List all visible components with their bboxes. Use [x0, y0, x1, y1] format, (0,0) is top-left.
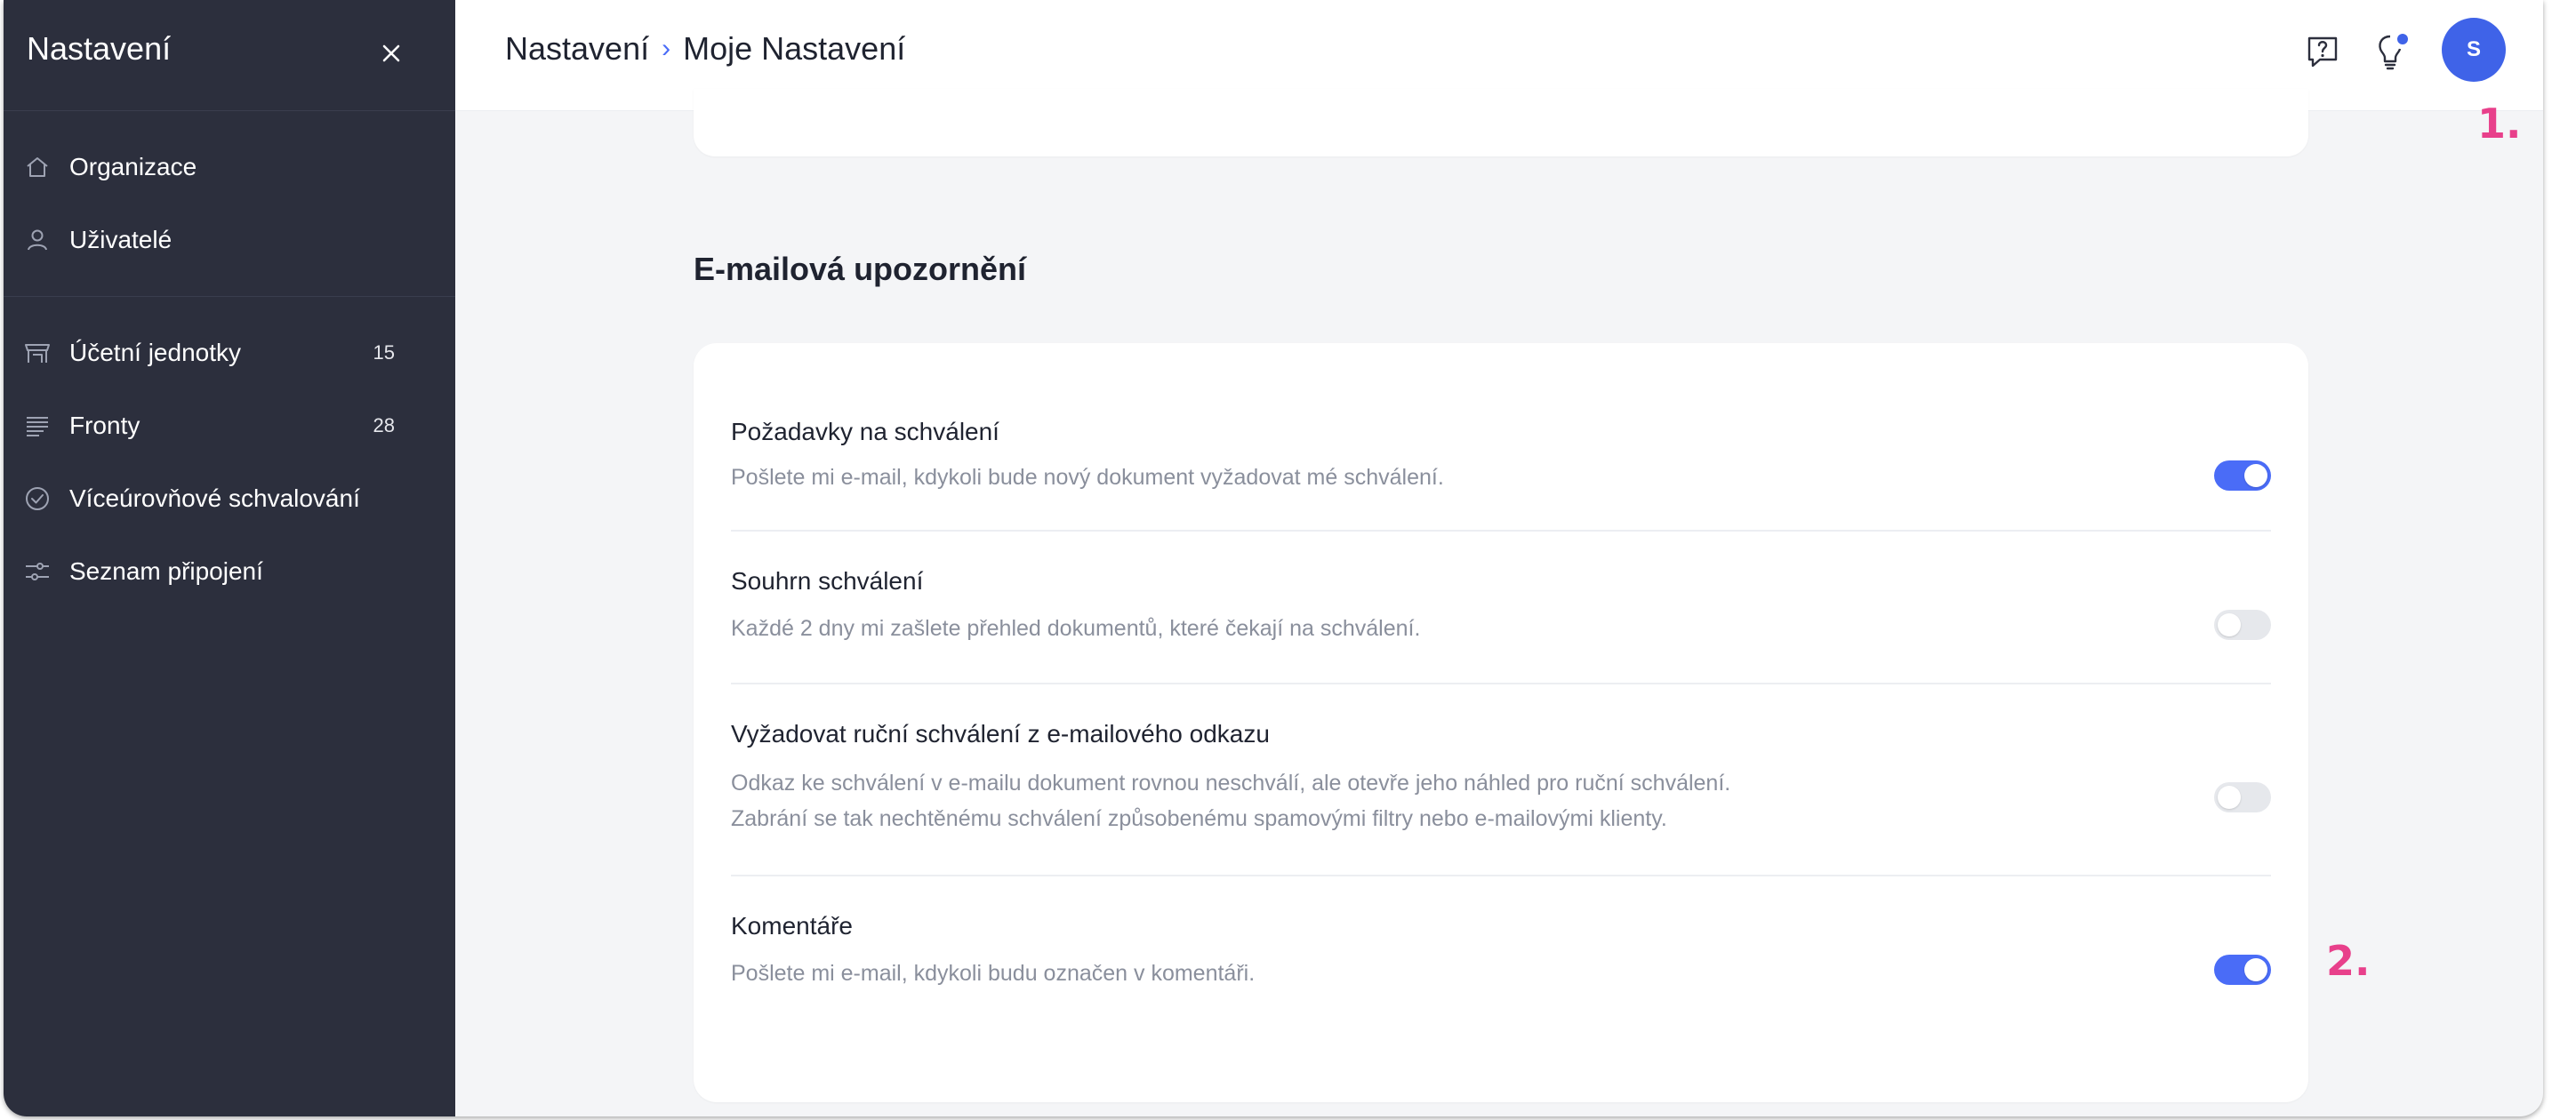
setting-row-comments: Komentáře Pošlete mi e-mail, kdykoli bud…	[731, 876, 2271, 1036]
app-window: Nastavení Organizace Uživatelé Účetní je…	[4, 0, 2543, 1116]
sidebar-item-uzivatele[interactable]: Uživatelé	[4, 204, 455, 276]
section-title-email-notifications: E-mailová upozornění	[694, 251, 1027, 287]
toggle-comments[interactable]	[2214, 955, 2271, 985]
setting-title: Komentáře	[731, 912, 853, 940]
sidebar-item-seznam-pripojeni[interactable]: Seznam připojení	[4, 535, 455, 608]
sidebar-item-label: Uživatelé	[69, 226, 173, 253]
setting-description: Odkaz ke schválení v e-mailu dokument ro…	[731, 771, 1731, 796]
setting-title: Souhrn schválení	[731, 567, 924, 595]
check-circle-icon	[20, 481, 55, 516]
breadcrumb: Nastavení › Moje Nastavení	[505, 30, 905, 68]
close-icon	[382, 44, 400, 62]
previous-settings-card	[694, 89, 2308, 156]
tips-button[interactable]	[2365, 25, 2419, 78]
home-icon	[20, 149, 55, 185]
setting-row-approval-requests: Požadavky na schválení Pošlete mi e-mail…	[731, 396, 2271, 532]
user-avatar[interactable]: S	[2442, 18, 2506, 82]
breadcrumb-separator: ›	[662, 34, 671, 63]
breadcrumb-root[interactable]: Nastavení	[505, 30, 649, 68]
sidebar-group-main: Organizace Uživatelé	[4, 111, 455, 297]
settings-sidebar: Nastavení Organizace Uživatelé Účetní je…	[4, 0, 455, 1116]
setting-description: Pošlete mi e-mail, kdykoli bude nový dok…	[731, 465, 1444, 490]
toggle-knob	[2218, 786, 2241, 809]
setting-description: Každé 2 dny mi zašlete přehled dokumentů…	[731, 616, 1421, 641]
sidebar-item-label: Organizace	[69, 153, 197, 180]
toggle-knob	[2244, 464, 2267, 487]
sidebar-item-fronty[interactable]: Fronty 28	[4, 389, 455, 462]
sidebar-item-viceurovnove-schvalovani[interactable]: Víceúrovňové schvalování	[4, 462, 455, 535]
sidebar-header: Nastavení	[4, 0, 455, 111]
sidebar-item-label: Účetní jednotky	[69, 339, 241, 366]
toggle-manual-approval[interactable]	[2214, 782, 2271, 812]
connections-icon	[20, 554, 55, 589]
email-notifications-card: Požadavky na schválení Pošlete mi e-mail…	[694, 343, 2308, 1102]
toggle-approval-summary[interactable]	[2214, 610, 2271, 640]
toggle-knob	[2244, 958, 2267, 981]
setting-title: Vyžadovat ruční schválení z e-mailového …	[731, 720, 1270, 748]
user-icon	[20, 222, 55, 258]
lightbulb-icon	[2379, 34, 2408, 70]
help-button[interactable]	[2296, 25, 2349, 78]
sidebar-item-count: 15	[373, 341, 395, 364]
sidebar-item-label: Seznam připojení	[69, 557, 263, 585]
sidebar-item-label: Fronty	[69, 412, 140, 439]
close-sidebar-button[interactable]	[370, 32, 413, 75]
sidebar-item-organizace[interactable]: Organizace	[4, 131, 455, 204]
sidebar-group-config: Účetní jednotky 15 Fronty 28 Víceúrovňov…	[4, 297, 455, 628]
toggle-knob	[2218, 613, 2241, 636]
store-icon	[20, 335, 55, 371]
queue-lines-icon	[20, 408, 55, 444]
setting-description: Pošlete mi e-mail, kdykoli budu označen …	[731, 961, 1256, 986]
setting-title: Požadavky na schválení	[731, 418, 999, 445]
breadcrumb-current: Moje Nastavení	[683, 30, 906, 67]
setting-row-approval-summary: Souhrn schválení Každé 2 dny mi zašlete …	[731, 532, 2271, 684]
annotation-marker-1: 1.	[2477, 100, 2522, 148]
annotation-marker-2: 2.	[2326, 937, 2371, 985]
sidebar-title: Nastavení	[27, 30, 172, 67]
sidebar-item-count: 28	[373, 414, 395, 436]
sidebar-item-label: Víceúrovňové schvalování	[69, 484, 360, 512]
setting-row-manual-approval: Vyžadovat ruční schválení z e-mailového …	[731, 684, 2271, 876]
toggle-approval-requests[interactable]	[2214, 460, 2271, 491]
help-chat-icon	[2307, 36, 2338, 68]
sidebar-item-ucetni-jednotky[interactable]: Účetní jednotky 15	[4, 316, 455, 389]
setting-description: Zabrání se tak nechtěnému schválení způs…	[731, 806, 1667, 831]
